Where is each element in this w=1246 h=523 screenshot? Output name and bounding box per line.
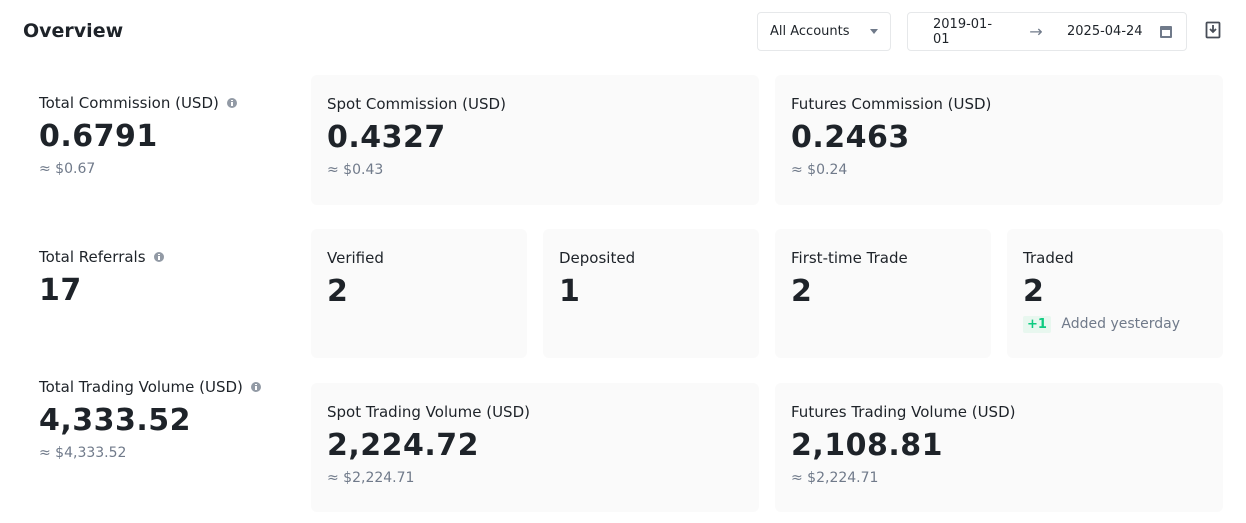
deposited-value: 1 <box>559 274 581 309</box>
calendar-icon[interactable] <box>1160 25 1172 38</box>
total-commission: Total Commission (USD) 0.6791 ≈ $0.67 <box>39 94 237 177</box>
total-trading-volume: Total Trading Volume (USD) 4,333.52 ≈ $4… <box>39 378 261 461</box>
verified-card: Verified 2 <box>311 229 527 358</box>
traded-value: 2 <box>1023 274 1045 309</box>
total-volume-approx: ≈ $4,333.52 <box>39 445 127 461</box>
traded-card: Traded 2 +1 Added yesterday <box>1007 229 1223 358</box>
total-volume-value: 4,333.52 <box>39 403 192 438</box>
date-to[interactable]: 2025-04-24 <box>1067 24 1147 39</box>
info-icon[interactable] <box>153 252 164 262</box>
spot-commission-approx: ≈ $0.43 <box>327 162 384 178</box>
spot-commission-label: Spot Commission (USD) <box>327 95 506 113</box>
futures-volume-value: 2,108.81 <box>791 428 944 463</box>
arrow-right-icon: → <box>1029 22 1043 41</box>
total-referrals-value: 17 <box>39 273 82 308</box>
change-badge: +1 <box>1023 316 1051 333</box>
spot-volume-approx: ≈ $2,224.71 <box>327 470 415 486</box>
first-time-trade-label: First-time Trade <box>791 249 908 267</box>
deposited-card: Deposited 1 <box>543 229 759 358</box>
traded-note: Added yesterday <box>1061 316 1181 332</box>
total-commission-label: Total Commission (USD) <box>39 94 219 112</box>
date-from[interactable]: 2019-01-01 <box>933 17 1005 47</box>
account-select[interactable]: All Accounts <box>757 12 891 51</box>
info-icon[interactable] <box>250 382 261 392</box>
page-title: Overview <box>23 20 124 42</box>
spot-volume-value: 2,224.72 <box>327 428 480 463</box>
verified-value: 2 <box>327 274 349 309</box>
traded-label: Traded <box>1023 249 1074 267</box>
date-range-picker[interactable]: 2019-01-01 → 2025-04-24 <box>907 12 1187 51</box>
futures-volume-card: Futures Trading Volume (USD) 2,108.81 ≈ … <box>775 383 1223 512</box>
total-volume-label: Total Trading Volume (USD) <box>39 378 243 396</box>
total-referrals: Total Referrals 17 <box>39 248 164 308</box>
spot-volume-label: Spot Trading Volume (USD) <box>327 403 530 421</box>
total-commission-approx: ≈ $0.67 <box>39 161 96 177</box>
account-select-value: All Accounts <box>770 24 850 39</box>
verified-label: Verified <box>327 249 384 267</box>
futures-volume-label: Futures Trading Volume (USD) <box>791 403 1016 421</box>
spot-commission-value: 0.4327 <box>327 120 446 155</box>
caret-down-icon <box>870 29 878 34</box>
futures-commission-label: Futures Commission (USD) <box>791 95 992 113</box>
export-icon[interactable] <box>1205 21 1221 39</box>
spot-volume-card: Spot Trading Volume (USD) 2,224.72 ≈ $2,… <box>311 383 759 512</box>
first-time-trade-card: First-time Trade 2 <box>775 229 991 358</box>
deposited-label: Deposited <box>559 249 636 267</box>
first-time-trade-value: 2 <box>791 274 813 309</box>
futures-volume-approx: ≈ $2,224.71 <box>791 470 879 486</box>
total-referrals-label: Total Referrals <box>39 248 146 266</box>
total-commission-value: 0.6791 <box>39 119 158 154</box>
info-icon[interactable] <box>226 98 237 108</box>
spot-commission-card: Spot Commission (USD) 0.4327 ≈ $0.43 <box>311 75 759 205</box>
futures-commission-value: 0.2463 <box>791 120 910 155</box>
futures-commission-card: Futures Commission (USD) 0.2463 ≈ $0.24 <box>775 75 1223 205</box>
futures-commission-approx: ≈ $0.24 <box>791 162 848 178</box>
